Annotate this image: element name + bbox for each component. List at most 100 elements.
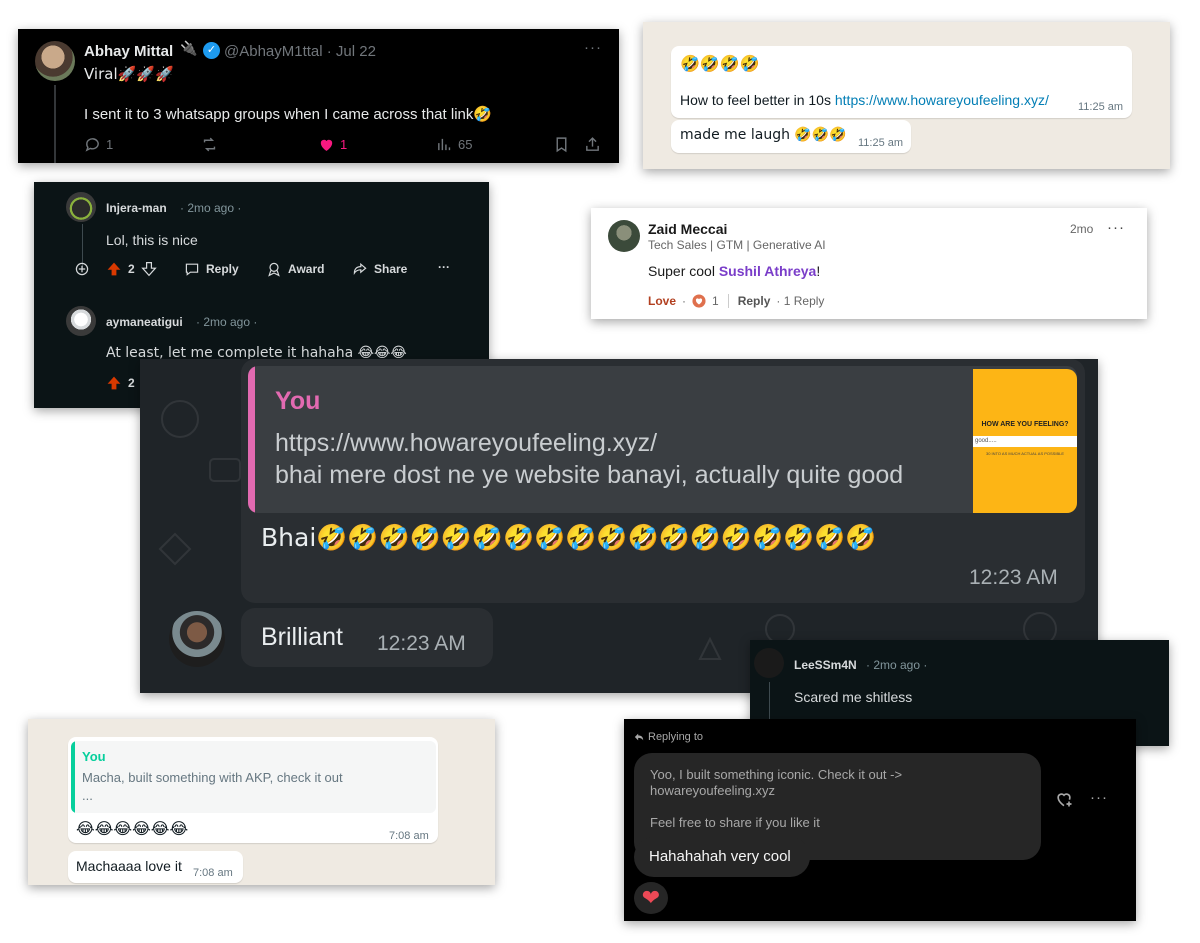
more-options-icon[interactable]: ··· <box>438 260 450 274</box>
award-label: Award <box>288 262 325 276</box>
message-text: made me laugh 🤣🤣🤣 <box>680 127 847 143</box>
message-link[interactable]: https://www.howareyoufeeling.xyz/ <box>835 92 1049 108</box>
message-text: Hahahahah very cool <box>649 848 791 865</box>
reply-count[interactable]: · 1 Reply <box>776 294 824 308</box>
username[interactable]: Injera-man <box>106 201 167 215</box>
message-text: How to feel better in 10s https://www.ho… <box>680 92 1049 108</box>
downvote-icon[interactable] <box>140 261 157 277</box>
tweet-text-line: Viral🚀🚀🚀 <box>84 65 174 83</box>
avatar[interactable] <box>66 306 96 336</box>
message-time: 7:08 am <box>193 867 233 879</box>
retweet-icon <box>203 137 216 152</box>
heart-icon <box>320 139 333 151</box>
instagram-dm-card: Replying to Yoo, I built something iconi… <box>624 719 1136 921</box>
plus-circle-icon <box>75 262 89 276</box>
message-text: Bhai🤣🤣🤣🤣🤣🤣🤣🤣🤣🤣🤣🤣🤣🤣🤣🤣🤣🤣 <box>261 523 877 552</box>
comment-meta: · 2mo ago · <box>866 658 928 672</box>
award-icon <box>268 262 280 277</box>
message-text-prefix: How to feel better in 10s <box>680 92 835 108</box>
retweet-button[interactable] <box>201 136 218 153</box>
tweet-text-line: I sent it to 3 whatsapp groups when I ca… <box>84 106 493 123</box>
avatar[interactable] <box>169 611 225 667</box>
comment-actions: Love · 1 Reply · 1 Reply <box>648 294 824 308</box>
upvote-icon[interactable] <box>106 375 122 391</box>
vote-count: 2 <box>128 262 135 276</box>
message-time: 7:08 am <box>389 830 429 842</box>
comment-meta: · 2mo ago · <box>180 201 242 215</box>
comment-text-suffix: ! <box>816 263 821 279</box>
message-bubble[interactable]: Machaaaa love it 7:08 am <box>68 851 243 883</box>
share-icon <box>586 137 599 151</box>
quoted-text-line: Feel free to share if you like it <box>650 815 820 830</box>
comment-body: Scared me shitless <box>794 689 913 705</box>
divider <box>727 294 729 308</box>
bookmark-button[interactable] <box>553 136 570 153</box>
thumbnail-title: HOW ARE YOU FEELING? <box>981 421 1069 428</box>
linkedin-comment-card: Zaid Meccai Tech Sales | GTM | Generativ… <box>591 208 1147 319</box>
avatar[interactable] <box>35 41 75 81</box>
emoji-row: 😂😂😂😂😂😂 <box>76 819 189 838</box>
plug-icon: 🔌 <box>180 41 198 57</box>
view-count: 65 <box>458 137 473 152</box>
author-headline: Tech Sales | GTM | Generative AI <box>648 238 826 252</box>
award-button[interactable]: Award <box>266 261 324 277</box>
reply-count: 1 <box>106 137 114 152</box>
more-options-icon[interactable]: ··· <box>1090 789 1108 806</box>
comment-icon <box>185 263 199 276</box>
comment-meta: · 2mo ago · <box>196 315 258 329</box>
link-preview-thumbnail[interactable]: HOW ARE YOU FEELING? good..... 30 INTO A… <box>973 369 1077 513</box>
react-icon[interactable] <box>1054 789 1074 809</box>
username[interactable]: LeeSSm4N <box>794 658 857 672</box>
upvote-icon[interactable] <box>106 261 122 277</box>
quote-author: You <box>275 387 321 415</box>
love-reaction-button[interactable]: Love <box>648 294 676 308</box>
expand-button[interactable] <box>74 261 90 277</box>
separator: · <box>682 294 687 308</box>
message-time: 11:25 am <box>858 137 904 149</box>
views-icon <box>438 138 451 151</box>
emoji-row: 🤣🤣🤣🤣 <box>680 54 760 73</box>
comment-body: Lol, this is nice <box>106 232 198 248</box>
mention-link[interactable]: Sushil Athreya <box>719 263 817 279</box>
avatar[interactable] <box>608 220 640 252</box>
heart-reaction-icon[interactable]: ❤ <box>634 882 668 914</box>
verified-badge-icon: ✓ <box>203 42 220 59</box>
reply-button[interactable]: Reply <box>184 261 239 277</box>
reply-arrow-icon <box>634 733 644 741</box>
thread-line <box>54 85 56 163</box>
quoted-message[interactable]: You Macha, built something with AKP, che… <box>71 741 436 813</box>
message-text: Brilliant <box>261 623 343 651</box>
message-time: 12:23 AM <box>377 632 466 655</box>
like-count: 1 <box>340 137 348 152</box>
reply-button[interactable]: 1 <box>84 136 113 153</box>
message-time: 12:23 AM <box>969 566 1058 589</box>
avatar[interactable] <box>66 192 96 222</box>
avatar[interactable] <box>754 648 784 678</box>
share-button[interactable] <box>584 136 601 153</box>
views-button[interactable]: 65 <box>436 136 472 153</box>
replying-to-label: Replying to <box>634 731 703 743</box>
quote-text: bhai mere dost ne ye website banayi, act… <box>275 461 904 489</box>
quote-link[interactable]: https://www.howareyoufeeling.xyz/ <box>275 429 657 458</box>
more-options-icon[interactable]: ··· <box>1107 219 1125 236</box>
more-options-icon[interactable]: ··· <box>584 39 602 56</box>
reply-button[interactable]: Reply <box>738 294 771 308</box>
message-time: 11:25 am <box>1078 101 1124 113</box>
share-icon <box>353 262 367 275</box>
reply-label: Reply <box>206 262 239 276</box>
message-bubble[interactable]: made me laugh 🤣🤣🤣 11:25 am <box>671 120 911 153</box>
author-name[interactable]: Zaid Meccai <box>648 221 727 237</box>
thumbnail-subtitle: 30 INTO AS MUCH ACTUAL AS POSSIBLE <box>985 451 1065 456</box>
handle-and-date[interactable]: @AbhayM1ttal · Jul 22 <box>224 43 376 60</box>
username[interactable]: aymaneatigui <box>106 315 183 329</box>
message-bubble[interactable]: Hahahahah very cool <box>634 837 810 877</box>
reaction-count[interactable]: 1 <box>712 294 719 308</box>
like-button[interactable]: 1 <box>318 136 347 153</box>
quoted-link[interactable]: howareyoufeeling.xyz <box>650 783 775 798</box>
share-button[interactable]: Share <box>352 261 407 277</box>
author-name[interactable]: Abhay Mittal <box>84 43 173 60</box>
message-bubble[interactable]: You Macha, built something with AKP, che… <box>68 737 438 843</box>
message-bubble[interactable]: 🤣🤣🤣🤣 How to feel better in 10s https://w… <box>671 46 1132 118</box>
bookmark-icon <box>556 137 567 153</box>
vote-control: 2 <box>106 261 157 277</box>
